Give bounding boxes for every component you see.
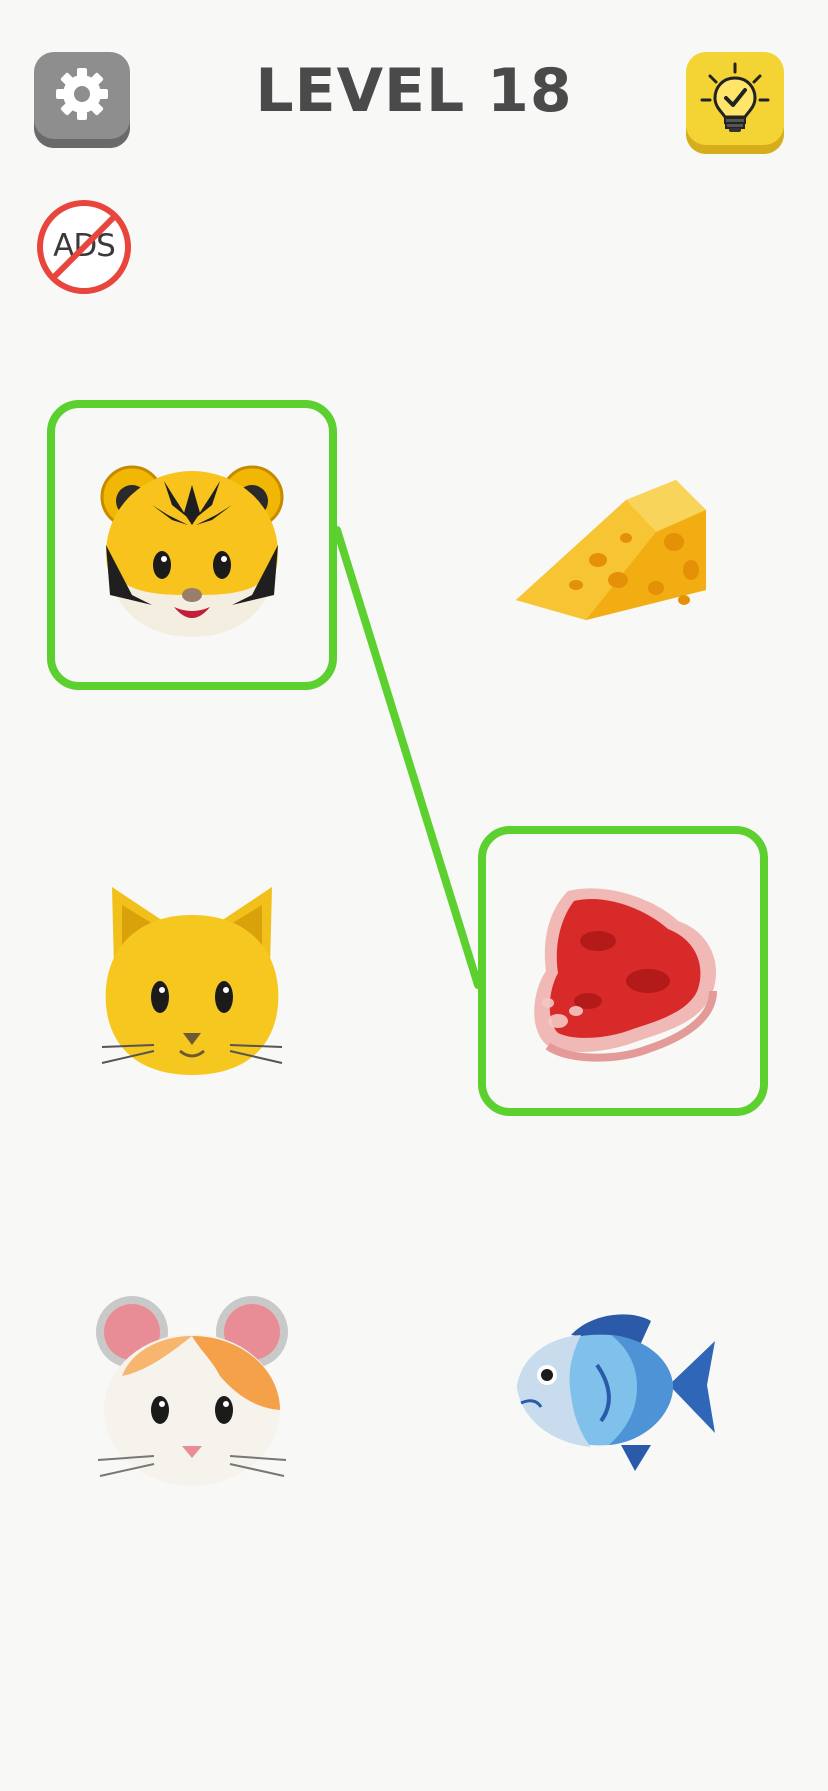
fish-icon <box>517 1314 715 1471</box>
game-screen: LEVEL 18 ADS <box>0 0 828 1791</box>
match-line-tiger-meat <box>333 526 482 989</box>
tiger-face-icon <box>100 465 284 637</box>
tile-fish[interactable] <box>466 1240 756 1530</box>
tile-meat[interactable] <box>478 826 768 1116</box>
tile-cat[interactable] <box>47 835 337 1125</box>
hamster-face-icon <box>96 1296 288 1486</box>
cat-face-icon <box>101 887 283 1075</box>
tile-cheese[interactable] <box>466 400 756 690</box>
meat-steak-icon <box>534 888 717 1062</box>
tile-tiger[interactable] <box>47 400 337 690</box>
cheese-wedge-icon <box>516 480 706 620</box>
tile-hamster[interactable] <box>47 1240 337 1530</box>
